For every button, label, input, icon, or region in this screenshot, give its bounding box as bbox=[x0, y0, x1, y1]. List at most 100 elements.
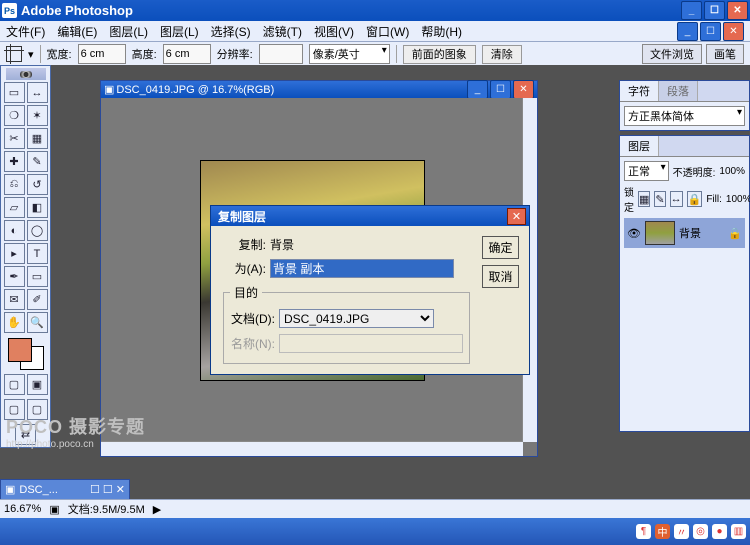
menu-select[interactable]: 选择(S) bbox=[211, 23, 251, 40]
lock-transparency-icon[interactable]: ▦ bbox=[638, 191, 650, 207]
quickmask-button[interactable]: ▣ bbox=[27, 374, 48, 395]
zoom-tool[interactable]: 🔍 bbox=[27, 312, 48, 333]
tray-icon-3[interactable]: 〃 bbox=[674, 524, 689, 539]
layer-thumbnail[interactable] bbox=[645, 221, 675, 245]
resolution-unit-select[interactable]: 像素/英寸 bbox=[309, 44, 390, 64]
pen-tool[interactable]: ✒ bbox=[4, 266, 25, 287]
tab-character[interactable]: 字符 bbox=[620, 81, 659, 101]
wand-tool[interactable]: ✶ bbox=[27, 105, 48, 126]
notes-tool[interactable]: ✉ bbox=[4, 289, 25, 310]
lock-label: 锁定 bbox=[624, 184, 634, 214]
dialog-titlebar[interactable]: 复制图层 ✕ bbox=[211, 206, 529, 226]
menu-layer[interactable]: 图层(L) bbox=[160, 23, 199, 40]
standard-mode-button[interactable]: ▢ bbox=[4, 374, 25, 395]
history-brush-tool[interactable]: ↺ bbox=[27, 174, 48, 195]
crop-tool[interactable]: ✂ bbox=[4, 128, 25, 149]
eraser-tool[interactable]: ▱ bbox=[4, 197, 25, 218]
as-label: 为(A): bbox=[221, 260, 266, 277]
foreground-color-swatch[interactable] bbox=[8, 338, 32, 362]
toolbox-grip[interactable] bbox=[6, 68, 46, 80]
tray-icon-5[interactable]: ● bbox=[712, 524, 727, 539]
document-tab[interactable]: ▣ DSC_... ☐ ☐ ✕ bbox=[0, 479, 130, 500]
doc-info: 文档:9.5M/9.5M bbox=[68, 501, 145, 517]
doc-horizontal-scrollbar[interactable] bbox=[101, 441, 523, 456]
lock-all-icon[interactable]: 🔒 bbox=[687, 191, 703, 207]
menu-bar: 文件(F) 编辑(E) 图层(L) 图层(L) 选择(S) 滤镜(T) 视图(V… bbox=[0, 21, 750, 42]
file-browser-tab[interactable]: 文件浏览 bbox=[642, 44, 702, 64]
stamp-tool[interactable]: ⎌ bbox=[4, 174, 25, 195]
zoom-level[interactable]: 16.67% bbox=[4, 503, 41, 515]
heal-tool[interactable]: ✚ bbox=[4, 151, 25, 172]
menu-file[interactable]: 文件(F) bbox=[6, 23, 45, 40]
doc-minimize-button[interactable]: _ bbox=[467, 80, 488, 99]
color-swatches[interactable] bbox=[8, 338, 44, 370]
tab-paragraph[interactable]: 段落 bbox=[659, 81, 698, 101]
brush-tool[interactable]: ✎ bbox=[27, 151, 48, 172]
app-titlebar: Ps Adobe Photoshop _ ☐ ✕ bbox=[0, 0, 750, 21]
app-maximize-button[interactable]: ☐ bbox=[704, 1, 725, 20]
tray-icon-6[interactable]: ▥ bbox=[731, 524, 746, 539]
slice-tool[interactable]: ▦ bbox=[27, 128, 48, 149]
type-tool[interactable]: T bbox=[27, 243, 48, 264]
document-titlebar[interactable]: ▣ DSC_0419.JPG @ 16.7%(RGB) _ ☐ ✕ bbox=[101, 81, 537, 98]
doc-close-button[interactable]: ✕ bbox=[513, 80, 534, 99]
width-input[interactable] bbox=[78, 44, 126, 64]
tray-icon-1[interactable]: ¶ bbox=[636, 524, 651, 539]
status-arrow-icon[interactable]: ▶ bbox=[153, 503, 161, 516]
tray-icon-2[interactable]: 中 bbox=[655, 524, 670, 539]
dialog-close-button[interactable]: ✕ bbox=[507, 208, 526, 225]
lock-position-icon[interactable]: ↔ bbox=[670, 191, 683, 207]
eyedropper-tool[interactable]: ✐ bbox=[27, 289, 48, 310]
eye-icon bbox=[17, 71, 35, 78]
resolution-input[interactable] bbox=[259, 44, 303, 64]
cancel-button[interactable]: 取消 bbox=[482, 265, 519, 288]
tray-icon-4[interactable]: ◎ bbox=[693, 524, 708, 539]
dodge-tool[interactable]: ◯ bbox=[27, 220, 48, 241]
gradient-tool[interactable]: ◧ bbox=[27, 197, 48, 218]
duplicate-layer-dialog: 复制图层 ✕ 复制: 背景 为(A): 目的 文档(D): D bbox=[210, 205, 530, 375]
brushes-tab[interactable]: 画笔 bbox=[706, 44, 744, 64]
document-icon: ▣ bbox=[104, 83, 114, 96]
menu-filter[interactable]: 滤镜(T) bbox=[263, 23, 302, 40]
doc-maximize-button[interactable]: ☐ bbox=[490, 80, 511, 99]
lasso-tool[interactable]: ❍ bbox=[4, 105, 25, 126]
mdi-restore-button[interactable]: ☐ bbox=[700, 22, 721, 41]
watermark: POCO 摄影专题 http://photo.poco.cn bbox=[6, 413, 145, 450]
path-tool[interactable]: ▸ bbox=[4, 243, 25, 264]
height-label: 高度: bbox=[132, 46, 157, 62]
move-tool[interactable]: ↔ bbox=[27, 82, 48, 103]
blend-mode-select[interactable]: 正常 bbox=[624, 161, 669, 181]
document-label: 文档(D): bbox=[230, 310, 275, 327]
hand-tool[interactable]: ✋ bbox=[4, 312, 25, 333]
app-minimize-button[interactable]: _ bbox=[681, 1, 702, 20]
layer-visibility-icon[interactable]: 👁 bbox=[627, 227, 641, 240]
document-select[interactable]: DSC_0419.JPG bbox=[279, 309, 434, 328]
blur-tool[interactable]: ◐ bbox=[4, 220, 25, 241]
front-image-button[interactable]: 前面的图象 bbox=[403, 45, 476, 64]
menu-window[interactable]: 窗口(W) bbox=[366, 23, 409, 40]
lock-pixels-icon[interactable]: ✎ bbox=[654, 191, 665, 207]
menu-view[interactable]: 视图(V) bbox=[314, 23, 354, 40]
crop-tool-icon[interactable] bbox=[6, 46, 22, 62]
opacity-value[interactable]: 100% bbox=[719, 166, 745, 177]
layer-row-background[interactable]: 👁 背景 🔒 bbox=[624, 218, 745, 248]
menu-image[interactable]: 图层(L) bbox=[109, 23, 148, 40]
layers-panel: 图层 正常 不透明度: 100% 锁定 ▦ ✎ ↔ 🔒 Fill: 100% bbox=[619, 135, 750, 432]
menu-help[interactable]: 帮助(H) bbox=[421, 23, 462, 40]
clear-button[interactable]: 清除 bbox=[482, 45, 522, 64]
height-input[interactable] bbox=[163, 44, 211, 64]
font-family-select[interactable]: 方正黑体简体 bbox=[624, 106, 745, 126]
ok-button[interactable]: 确定 bbox=[482, 236, 519, 259]
shape-tool[interactable]: ▭ bbox=[27, 266, 48, 287]
layer-name-input[interactable] bbox=[270, 259, 454, 278]
tab-layers[interactable]: 图层 bbox=[620, 136, 659, 156]
app-close-button[interactable]: ✕ bbox=[727, 1, 748, 20]
os-taskbar: ¶ 中 〃 ◎ ● ▥ bbox=[0, 518, 750, 545]
chevron-down-icon[interactable]: ▾ bbox=[28, 48, 34, 61]
fill-value[interactable]: 100% bbox=[726, 194, 750, 205]
marquee-tool[interactable]: ▭ bbox=[4, 82, 25, 103]
mdi-close-button[interactable]: ✕ bbox=[723, 22, 744, 41]
menu-edit[interactable]: 编辑(E) bbox=[57, 23, 97, 40]
status-bar: 16.67% ▣ 文档:9.5M/9.5M ▶ bbox=[0, 499, 750, 518]
mdi-minimize-button[interactable]: _ bbox=[677, 22, 698, 41]
